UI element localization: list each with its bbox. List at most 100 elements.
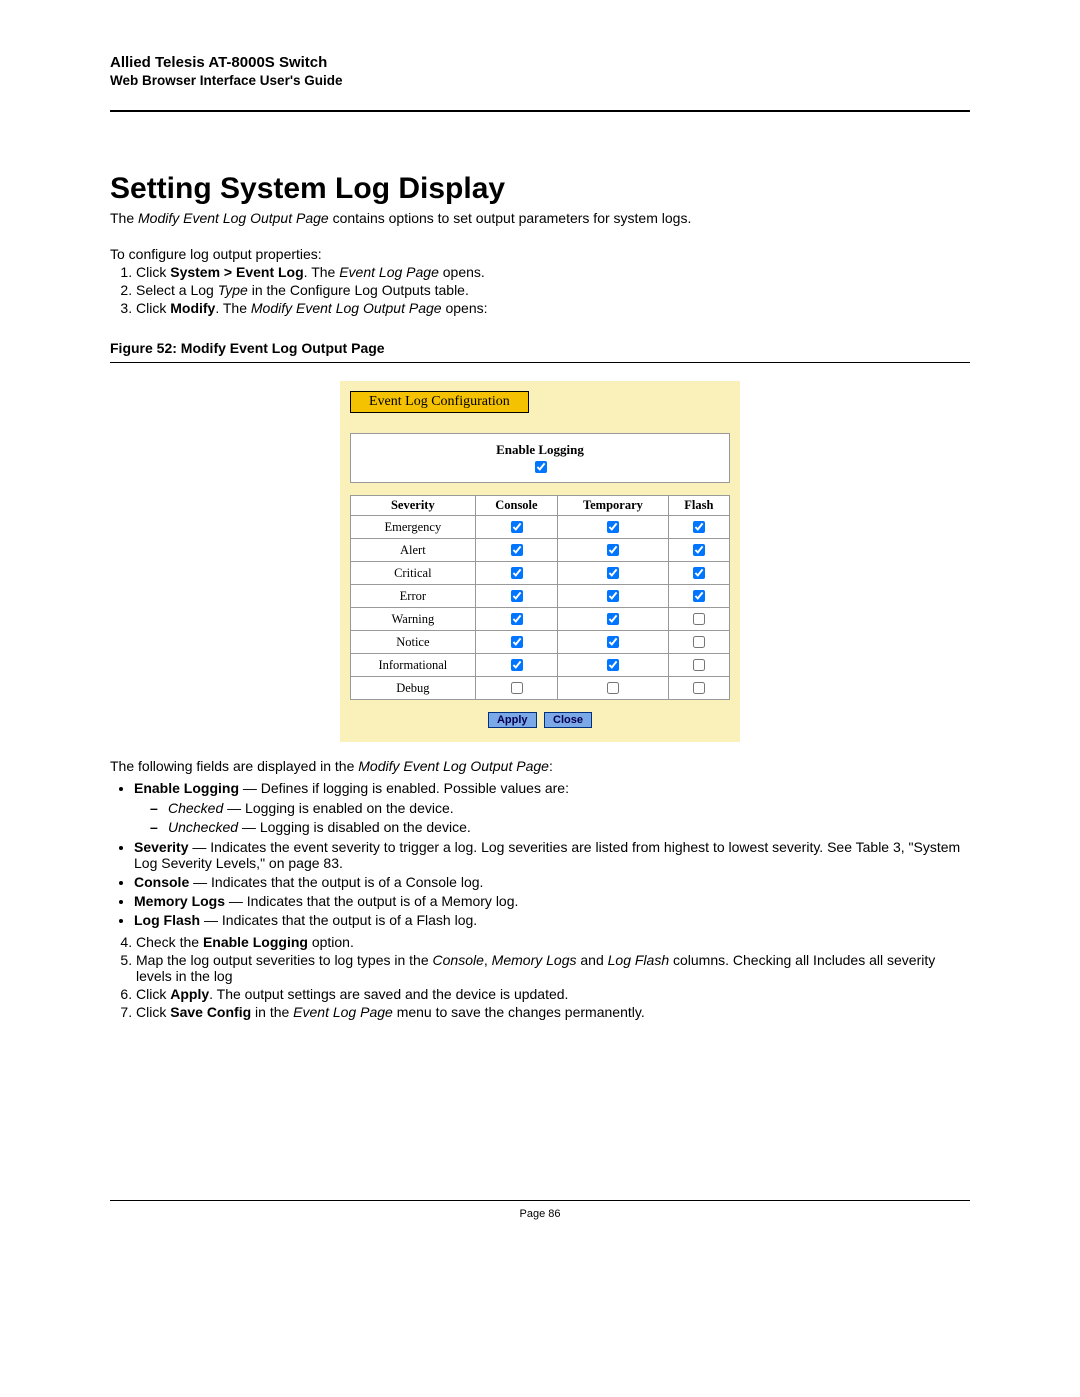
t: and [576,952,607,968]
cell-flash [668,516,729,539]
t: opens. [439,264,485,280]
t: . The [215,300,251,316]
temporary-checkbox[interactable] [607,636,619,648]
table-row: Alert [351,539,730,562]
cell-temporary [558,516,669,539]
flash-checkbox[interactable] [693,567,705,579]
t: Unchecked [168,819,238,835]
step-3: Click Modify. The Modify Event Log Outpu… [136,300,970,316]
bullet-memory: Memory Logs — Indicates that the output … [134,893,970,909]
table-row: Emergency [351,516,730,539]
step-4: Check the Enable Logging option. [136,934,970,950]
t: . The [304,264,340,280]
t: Event Log Page [339,264,439,280]
temporary-checkbox[interactable] [607,521,619,533]
t: — Indicates the event severity to trigge… [134,839,960,871]
severity-label: Critical [351,562,476,585]
t: Log Flash [134,912,200,928]
table-row: Debug [351,677,730,700]
temporary-checkbox[interactable] [607,544,619,556]
step-1: Click System > Event Log. The Event Log … [136,264,970,280]
cell-console [475,654,557,677]
temporary-checkbox[interactable] [607,590,619,602]
console-checkbox[interactable] [511,682,523,694]
enable-logging-box: Enable Logging [350,433,730,483]
flash-checkbox[interactable] [693,590,705,602]
cell-temporary [558,585,669,608]
console-checkbox[interactable] [511,590,523,602]
t: Modify [170,300,215,316]
cell-console [475,516,557,539]
cell-console [475,585,557,608]
flash-checkbox[interactable] [693,659,705,671]
sub-unchecked: Unchecked — Logging is disabled on the d… [168,819,970,835]
flash-checkbox[interactable] [693,521,705,533]
console-checkbox[interactable] [511,521,523,533]
config-tab[interactable]: Event Log Configuration [350,391,529,413]
t: Click [136,1004,170,1020]
temporary-checkbox[interactable] [607,659,619,671]
t: System > Event Log [170,264,303,280]
t: — Logging is disabled on the device. [238,819,471,835]
temporary-checkbox[interactable] [607,613,619,625]
sub-checked: Checked — Logging is enabled on the devi… [168,800,970,816]
t: Modify Event Log Output Page [358,758,549,774]
console-checkbox[interactable] [511,636,523,648]
col-temporary: Temporary [558,496,669,516]
config-lead: To configure log output properties: [110,246,970,262]
severity-table: Severity Console Temporary Flash Emergen… [350,495,730,700]
t: Check the [136,934,203,950]
cell-temporary [558,677,669,700]
console-checkbox[interactable] [511,544,523,556]
temporary-checkbox[interactable] [607,682,619,694]
col-console: Console [475,496,557,516]
section-intro: The Modify Event Log Output Page contain… [110,210,970,226]
t: Map the log output severities to log typ… [136,952,433,968]
flash-checkbox[interactable] [693,544,705,556]
table-row: Warning [351,608,730,631]
flash-checkbox[interactable] [693,613,705,625]
flash-checkbox[interactable] [693,636,705,648]
footer-rule [110,1200,970,1201]
col-flash: Flash [668,496,729,516]
cell-flash [668,585,729,608]
t: Save Config [170,1004,251,1020]
severity-label: Alert [351,539,476,562]
console-checkbox[interactable] [511,659,523,671]
cell-console [475,631,557,654]
step-6: Click Apply. The output settings are sav… [136,986,970,1002]
t: Type [218,282,248,298]
enable-logging-checkbox[interactable] [535,461,547,473]
fields-intro: The following fields are displayed in th… [110,758,970,774]
t: Memory Logs [492,952,577,968]
t: : [549,758,553,774]
cell-temporary [558,654,669,677]
cell-console [475,608,557,631]
step-2: Select a Log Type in the Configure Log O… [136,282,970,298]
console-checkbox[interactable] [511,613,523,625]
temporary-checkbox[interactable] [607,567,619,579]
cell-flash [668,631,729,654]
severity-label: Error [351,585,476,608]
t: Select a Log [136,282,218,298]
steps-list-a: Click System > Event Log. The Event Log … [110,264,970,316]
t: opens: [442,300,488,316]
close-button[interactable]: Close [544,712,592,728]
cell-flash [668,562,729,585]
intro-suffix: contains options to set output parameter… [329,210,692,226]
console-checkbox[interactable] [511,567,523,579]
t: Click [136,300,170,316]
doc-title: Allied Telesis AT-8000S Switch [110,54,970,71]
apply-button[interactable]: Apply [488,712,537,728]
cell-flash [668,539,729,562]
section-heading: Setting System Log Display [110,172,970,206]
severity-label: Warning [351,608,476,631]
t: in the [251,1004,293,1020]
flash-checkbox[interactable] [693,682,705,694]
t: Enable Logging [134,780,239,796]
t: Severity [134,839,188,855]
intro-em: Modify Event Log Output Page [138,210,329,226]
severity-label: Informational [351,654,476,677]
t: Event Log Page [293,1004,393,1020]
col-severity: Severity [351,496,476,516]
